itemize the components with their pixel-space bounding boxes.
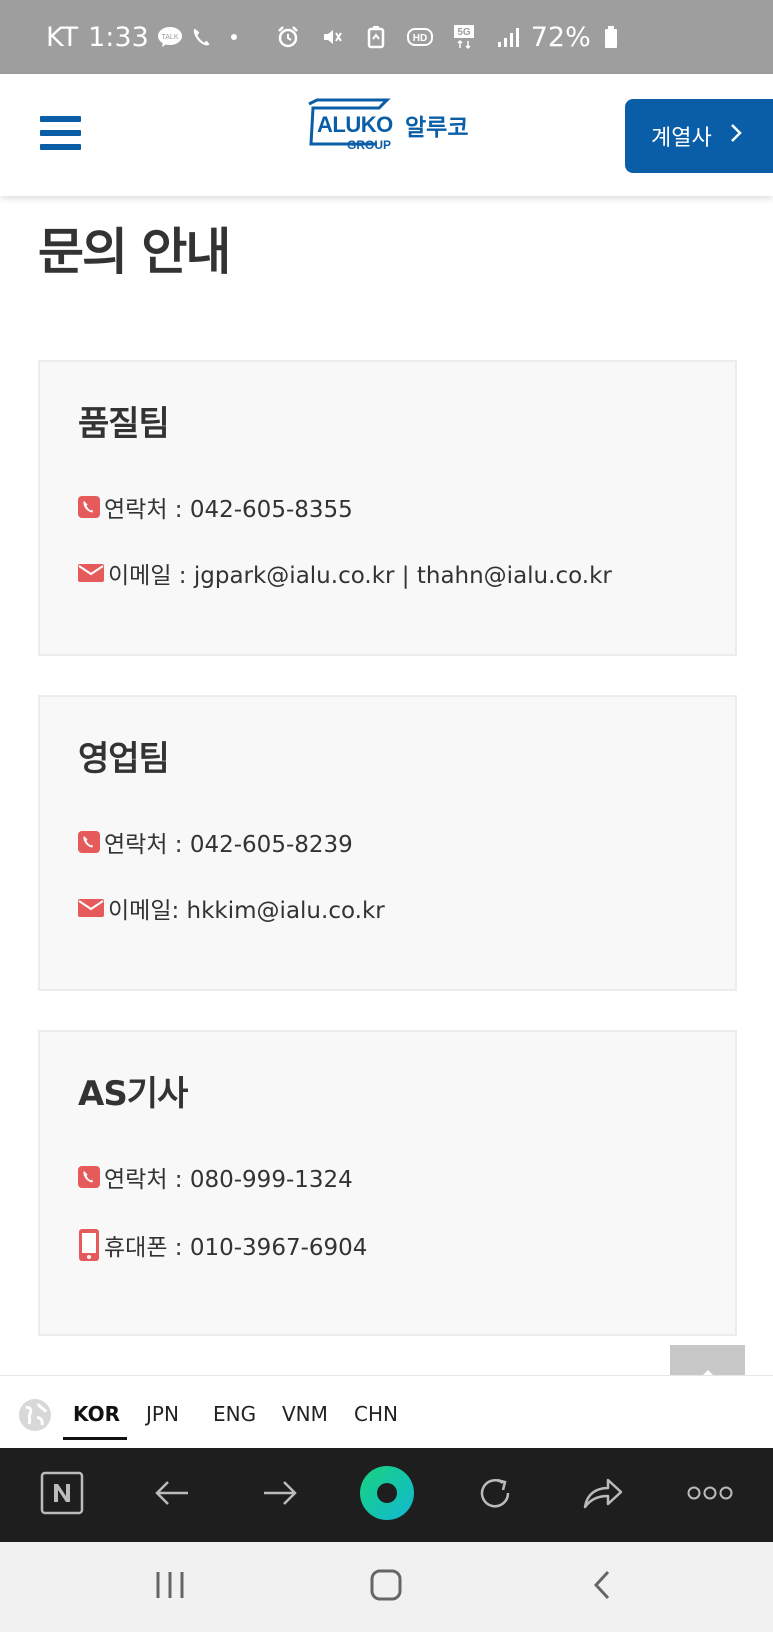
svg-text:HD: HD	[413, 33, 427, 44]
page-title: 문의 안내	[38, 223, 231, 281]
system-navigation-bar	[0, 1542, 773, 1632]
logo-text: ALUKO	[317, 112, 393, 137]
arrow-right-icon	[262, 1479, 298, 1511]
signal-bars-icon	[495, 24, 521, 50]
share-arrow-icon	[582, 1476, 624, 1514]
phone-row[interactable]: 연락처 : 080-999-1324	[78, 1160, 353, 1194]
card-title: 영업팀	[78, 739, 170, 779]
carrier-label: KT	[46, 21, 79, 53]
share-button[interactable]	[563, 1448, 643, 1542]
mobile-row[interactable]: 휴대폰 : 010-3967-6904	[78, 1228, 367, 1262]
battery-icon	[603, 24, 619, 50]
lang-jpn[interactable]: JPN	[146, 1402, 179, 1426]
naver-n-icon	[40, 1471, 84, 1519]
globe-icon	[18, 1398, 52, 1432]
mobile-text: 휴대폰 : 010-3967-6904	[104, 1235, 368, 1261]
lang-eng[interactable]: ENG	[213, 1402, 256, 1426]
selected-language-indicator	[63, 1437, 127, 1440]
phone-icon	[78, 1166, 100, 1188]
email-text: 이메일: hkkim@ialu.co.kr	[108, 898, 385, 924]
logo-group-text: GROUP	[347, 138, 392, 152]
email-row[interactable]: 이메일 : jgpark@ialu.co.kr | thahn@ialu.co.…	[78, 556, 612, 590]
phone-row[interactable]: 연락처 : 042-605-8355	[78, 490, 353, 524]
lang-vnm[interactable]: VNM	[282, 1402, 328, 1426]
notification-dot	[230, 34, 237, 40]
affiliates-label: 계열사	[651, 126, 712, 151]
home-button[interactable]	[336, 1542, 436, 1632]
battery-saver-icon	[363, 24, 389, 50]
talk-notification-icon: TALK	[157, 24, 183, 50]
logo-korean-text: 알루코	[405, 115, 469, 141]
status-bar: KT 1:33 TALK HD 5G 72%	[0, 0, 773, 74]
contact-card-as: AS기사 연락처 : 080-999-1324 휴대폰 : 010-3967-6…	[38, 1030, 737, 1336]
chevron-right-icon	[730, 123, 742, 149]
status-left: KT 1:33	[46, 22, 149, 53]
card-title: AS기사	[78, 1074, 188, 1114]
menu-icon[interactable]	[40, 116, 81, 150]
email-text: 이메일 : jgpark@ialu.co.kr | thahn@ialu.co.…	[108, 563, 612, 589]
back-nav-button[interactable]	[552, 1542, 652, 1632]
lang-kor[interactable]: KOR	[73, 1402, 120, 1426]
contact-card-sales: 영업팀 연락처 : 042-605-8239 이메일: hkkim@ialu.c…	[38, 695, 737, 991]
card-title: 품질팀	[78, 404, 170, 444]
recent-apps-icon	[154, 1570, 186, 1604]
site-header: ALUKO 알루코 GROUP 계열사	[0, 74, 773, 196]
home-icon	[369, 1568, 403, 1606]
language-bar: KOR JPN ENG VNM CHN	[0, 1375, 773, 1448]
envelope-icon	[78, 563, 104, 583]
mute-vibrate-icon	[319, 24, 345, 50]
affiliates-button[interactable]: 계열사	[625, 99, 773, 173]
recent-apps-button[interactable]	[120, 1542, 220, 1632]
browser-toolbar	[0, 1448, 773, 1542]
5g-signal-icon: 5G	[451, 24, 477, 50]
phone-text: 연락처 : 042-605-8355	[104, 497, 353, 523]
phone-icon	[78, 496, 100, 518]
phone-icon	[78, 831, 100, 853]
contact-card-quality: 품질팀 연락처 : 042-605-8355 이메일 : jgpark@ialu…	[38, 360, 737, 656]
green-dot-icon	[359, 1465, 415, 1525]
hd-voice-icon: HD	[406, 24, 433, 50]
email-row[interactable]: 이메일: hkkim@ialu.co.kr	[78, 891, 385, 925]
more-dots-icon	[687, 1485, 733, 1505]
naver-home-button[interactable]	[22, 1448, 102, 1542]
call-notification-icon	[191, 24, 217, 50]
green-dot-button[interactable]	[347, 1448, 427, 1542]
alarm-icon	[275, 24, 301, 50]
svg-text:TALK: TALK	[161, 34, 178, 41]
envelope-icon	[78, 898, 104, 918]
status-right: HD 5G 72%	[267, 22, 619, 53]
mobile-phone-icon	[78, 1228, 100, 1262]
back-button[interactable]	[132, 1448, 212, 1542]
lang-chn[interactable]: CHN	[354, 1402, 398, 1426]
svg-text:5G: 5G	[457, 27, 471, 38]
clock: 1:33	[88, 21, 149, 53]
battery-percent: 72%	[530, 21, 591, 53]
phone-row[interactable]: 연락처 : 042-605-8239	[78, 825, 353, 859]
more-button[interactable]	[670, 1448, 750, 1542]
refresh-icon	[475, 1473, 515, 1517]
aluko-logo[interactable]: ALUKO 알루코 GROUP	[307, 98, 477, 154]
refresh-button[interactable]	[455, 1448, 535, 1542]
phone-text: 연락처 : 080-999-1324	[104, 1167, 353, 1193]
chevron-left-icon	[592, 1569, 612, 1605]
forward-button[interactable]	[240, 1448, 320, 1542]
phone-text: 연락처 : 042-605-8239	[104, 832, 353, 858]
arrow-left-icon	[154, 1479, 190, 1511]
